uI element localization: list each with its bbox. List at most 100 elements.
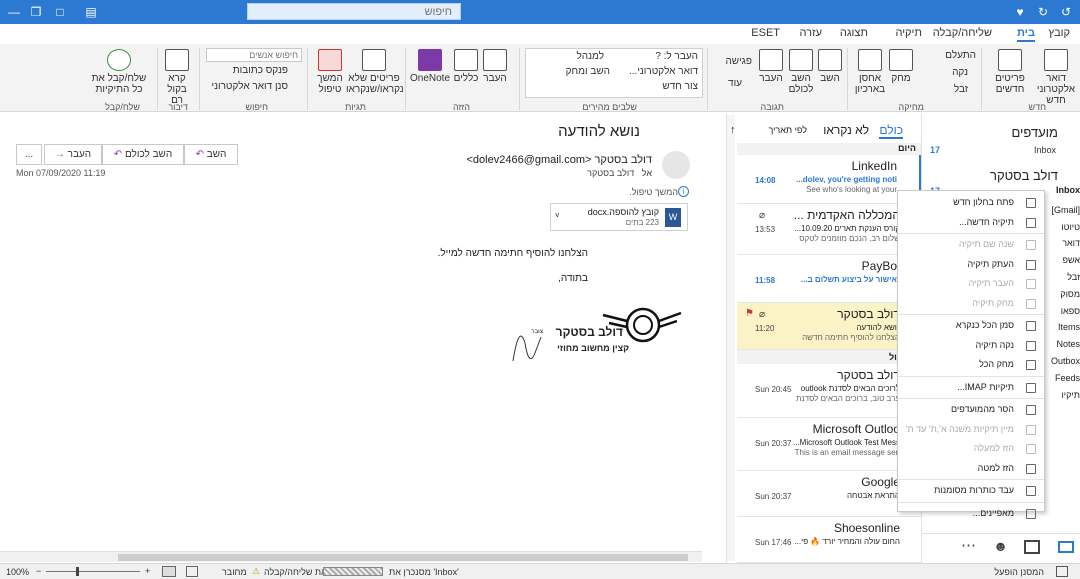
context-menu-item[interactable]: הסר מהמועדפים — [898, 400, 1044, 420]
restore-icon[interactable]: ❐ — [28, 4, 44, 20]
tab-all[interactable]: כולם — [879, 123, 903, 139]
followup-button[interactable]: המשך טיפול — [314, 49, 346, 95]
ignore-button[interactable]: התעלם — [945, 50, 976, 61]
clean-button[interactable]: נקה — [952, 67, 968, 78]
reading-view-icon[interactable] — [162, 566, 176, 577]
calendar-icon[interactable] — [1024, 540, 1040, 554]
filter-email-button[interactable]: סנן דואר אלקטרוני — [212, 81, 289, 92]
people-icon[interactable]: ☻ — [993, 538, 1008, 554]
quick-steps-gallery[interactable]: העבר ל: ? דואר אלקטרוני... צור חדש למנהל… — [525, 48, 703, 98]
folder-item[interactable]: תיקיו — [1061, 390, 1080, 400]
context-menu-item[interactable]: תיקיות IMAP... — [898, 378, 1044, 398]
context-menu-item[interactable]: פתח בחלון חדש — [898, 193, 1044, 213]
send-receive-all-button[interactable]: שלח/קבל את כל התיקיות — [88, 49, 150, 95]
unread-read-button[interactable]: פריטים שלא נקראו/שנקראו — [346, 49, 404, 95]
minimize-icon[interactable]: — — [6, 4, 22, 20]
folder-item[interactable]: זבל — [1067, 272, 1080, 282]
context-menu-item[interactable]: תיקיה חדשה... — [898, 213, 1044, 233]
read-aloud-button[interactable]: קרא בקול רם — [162, 49, 192, 106]
flag-icon[interactable]: ⚑ — [745, 308, 754, 319]
layout-icon[interactable]: ▤ — [83, 4, 99, 20]
address-book-button[interactable]: פנקס כתובות — [233, 65, 288, 76]
list-item[interactable]: LinkedIn dolev, you're getting noti... See… — [737, 155, 922, 204]
context-menu-item[interactable]: עבד כותרות מסומנות — [898, 481, 1044, 501]
folder-item[interactable]: טיוטו — [1061, 222, 1080, 232]
folder-item[interactable]: Outbox — [1051, 356, 1080, 366]
folder-item[interactable]: דואר — [1062, 238, 1080, 248]
horizontal-scrollbar[interactable] — [0, 551, 702, 562]
zoom-out-icon[interactable]: − — [36, 566, 41, 576]
list-item[interactable]: Shoesonline החום עולה והמחיר יורד 🔥 פי...… — [737, 517, 922, 563]
onenote-button[interactable]: OneNote — [410, 49, 450, 84]
new-email-button[interactable]: דואר אלקטרוני חדש — [1036, 49, 1076, 106]
zoom-slider[interactable] — [46, 571, 140, 572]
delete-button[interactable]: מחק — [888, 49, 914, 84]
more-actions-button[interactable]: ... — [16, 144, 42, 165]
forward-button[interactable]: העבר — [756, 49, 786, 84]
attachment-card[interactable]: W קובץ להוספה.docx 223 בתים ˅ — [550, 203, 688, 231]
calendar-status-icon[interactable] — [1056, 566, 1068, 577]
zoom-in-icon[interactable]: + — [145, 566, 150, 576]
folder-item[interactable]: [Gmail] — [1051, 205, 1080, 215]
tab-folder[interactable]: תיקיה — [895, 27, 922, 39]
normal-view-icon[interactable] — [186, 566, 198, 577]
folder-item[interactable]: מסוק — [1060, 289, 1080, 299]
folder-item[interactable]: אשפ — [1062, 255, 1080, 265]
sync-icon[interactable]: ↻ — [1035, 4, 1051, 20]
tab-eset[interactable]: ESET — [751, 27, 780, 39]
folder-item[interactable]: Items — [1058, 322, 1080, 332]
reply-all-button[interactable]: השב לכולם — [786, 49, 816, 95]
junk-button[interactable]: זבל — [954, 84, 968, 95]
sort-dropdown[interactable]: לפי תאריך — [768, 125, 807, 135]
folder-item[interactable]: Feeds — [1055, 373, 1080, 383]
more-respond-button[interactable]: עוד — [728, 78, 742, 89]
context-menu-item[interactable]: מחק הכל — [898, 355, 1044, 375]
folder-inbox[interactable]: Inbox — [1056, 185, 1080, 195]
context-menu-item[interactable]: סמן הכל כנקרא — [898, 316, 1044, 336]
account-header[interactable]: דולב בסטקר — [990, 168, 1058, 183]
context-menu-item[interactable]: הזז למטה — [898, 459, 1044, 479]
folder-item[interactable]: ספאו — [1061, 306, 1080, 316]
tab-view[interactable]: תצוגה — [840, 27, 868, 39]
close-icon[interactable]: □ — [52, 4, 68, 20]
scrollbar-thumb[interactable] — [118, 554, 688, 561]
list-item[interactable]: דולב בסטקר לרוכים הבאים לסדנת outlook ערב … — [737, 364, 922, 418]
mail-icon[interactable] — [1058, 541, 1074, 553]
context-menu-item[interactable]: נקה תיקיה — [898, 336, 1044, 356]
context-menu-item[interactable]: מאפיינים... — [898, 504, 1044, 524]
quick-step-manager[interactable]: למנהל — [577, 51, 605, 62]
quick-step-reply-delete[interactable]: השב ומחק — [566, 66, 610, 77]
meeting-button[interactable]: פגישה — [725, 56, 752, 67]
list-item[interactable]: Google התראת אבטחה Sun 20:37 — [737, 471, 922, 517]
zoom-slider-thumb[interactable] — [76, 567, 79, 576]
sort-direction-icon[interactable]: ↑ — [730, 124, 736, 136]
search-input[interactable] — [247, 3, 461, 20]
new-items-button[interactable]: פריטים חדשים — [988, 49, 1032, 95]
reply-all-button[interactable]: ↶ השב לכולם — [102, 144, 184, 165]
more-apps-icon[interactable]: ⋯ — [961, 536, 976, 554]
quick-step-move-to[interactable]: העבר ל: ? — [655, 51, 698, 62]
quick-step-email[interactable]: דואר אלקטרוני... — [629, 66, 698, 77]
move-button[interactable]: העבר — [482, 49, 508, 84]
list-item[interactable]: המכללה האקדמית ... קורס הענקת תארים 10.09… — [737, 204, 922, 255]
quick-step-create[interactable]: צור חדש — [662, 81, 698, 92]
list-item[interactable]: דולב בסטקר נושא להודעה הצלחנו להוסיף חתימה… — [737, 303, 922, 350]
forward-button[interactable]: → העבר — [44, 144, 102, 165]
folder-item[interactable]: Notes — [1056, 339, 1080, 349]
list-item[interactable]: PayBo אישור על ביצוע תשלום ב... 11:58 — [737, 255, 922, 303]
list-item[interactable]: Microsoft Outloo Microsoft Outlook Test M… — [737, 418, 922, 471]
context-menu-item[interactable]: העתק תיקיה — [898, 255, 1044, 275]
reply-button[interactable]: השב — [816, 49, 844, 84]
favorites-header[interactable]: מועדפים — [1011, 125, 1058, 140]
sync-icon-2[interactable]: ↺ — [1058, 4, 1074, 20]
rules-button[interactable]: כללים — [452, 49, 480, 84]
vertical-scrollbar[interactable] — [727, 115, 735, 561]
search-people-input[interactable] — [206, 48, 302, 62]
tab-file[interactable]: קובץ — [1049, 27, 1070, 39]
tab-help[interactable]: עזרה — [800, 27, 822, 39]
archive-button[interactable]: אחסן בארכיון — [852, 49, 888, 95]
chevron-down-icon[interactable]: ˅ — [555, 211, 560, 220]
folder-inbox-favorite[interactable]: Inbox — [1034, 145, 1056, 155]
tab-unread[interactable]: לא נקראו — [823, 123, 869, 137]
tab-home[interactable]: בית — [1016, 27, 1035, 42]
